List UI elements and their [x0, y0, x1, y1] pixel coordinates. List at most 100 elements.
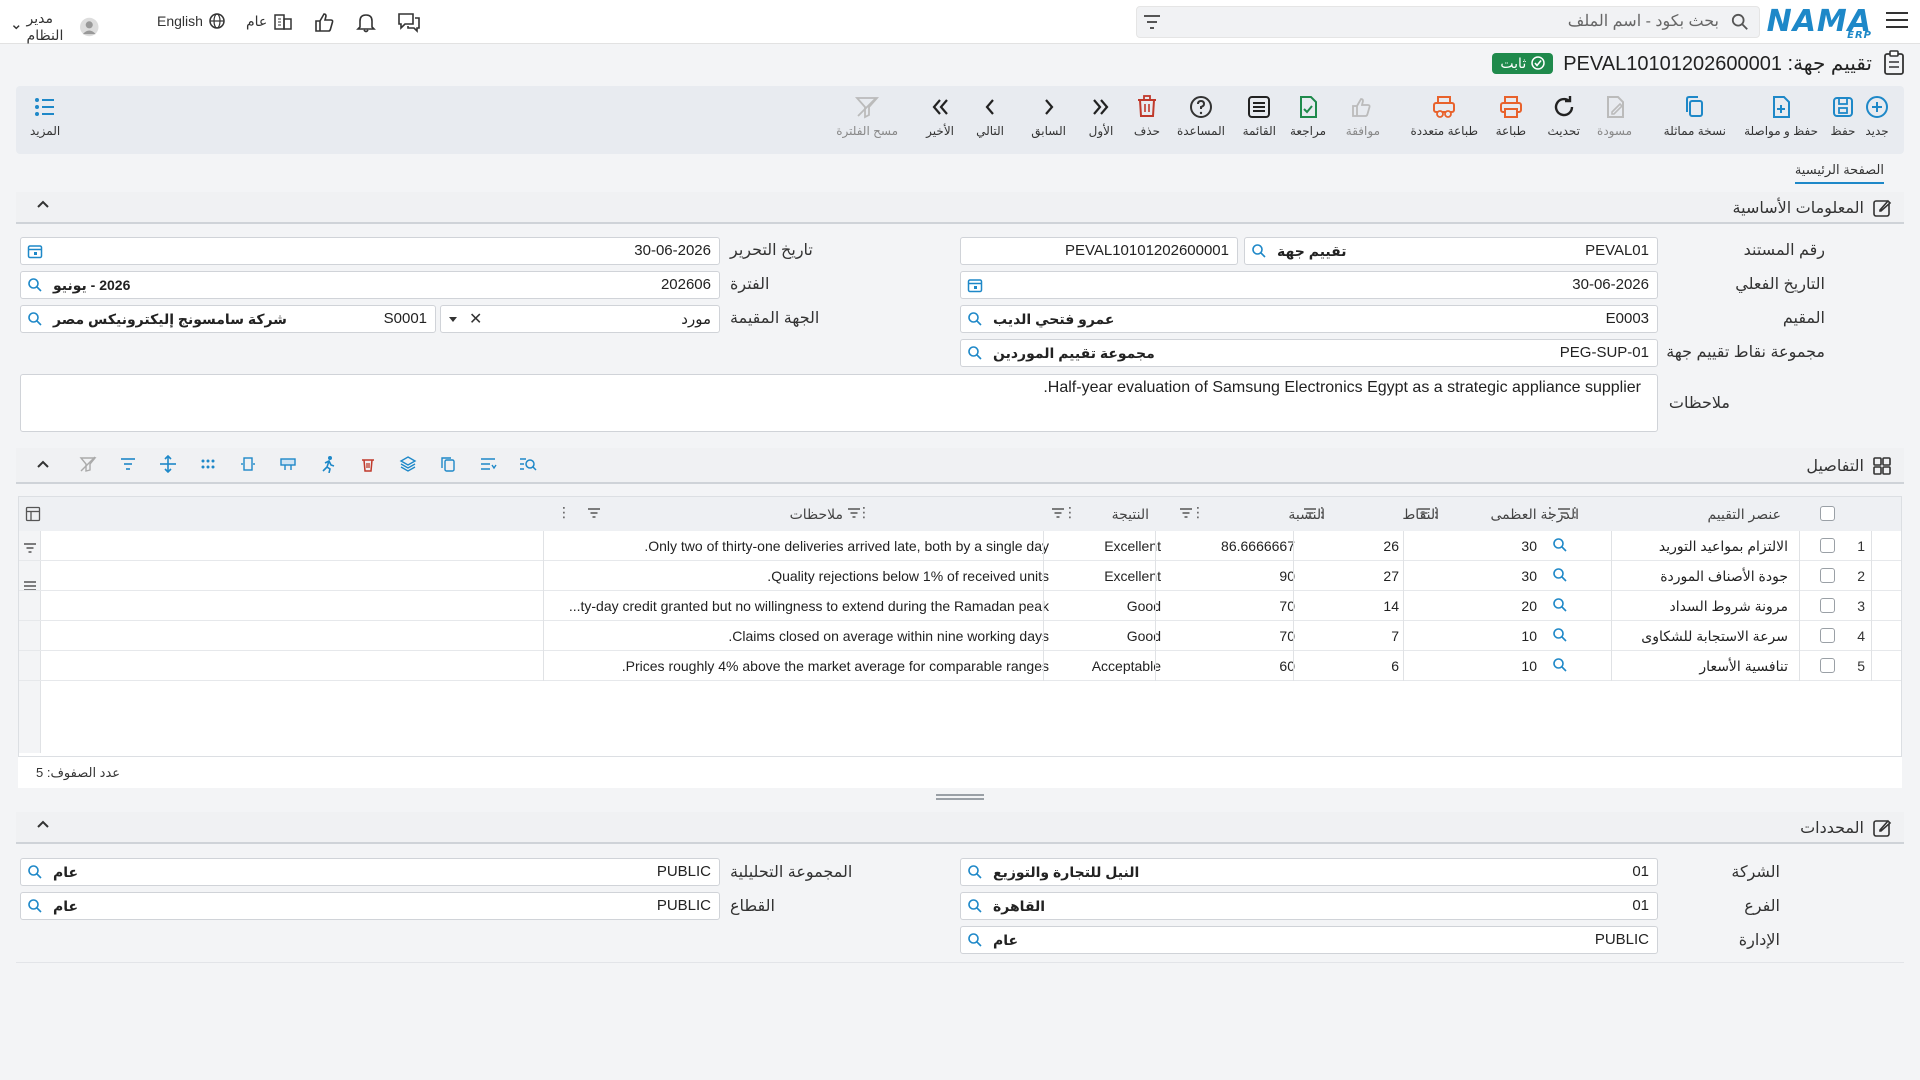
approve-button[interactable]: موافقة	[1346, 94, 1380, 138]
resize-handle[interactable]	[936, 794, 984, 800]
cell-points[interactable]: 6	[1391, 658, 1399, 674]
table-row[interactable]: 3 مرونة شروط السداد 20 14 70 Good ...ty-…	[19, 591, 1901, 621]
row-checkbox[interactable]	[1820, 568, 1835, 583]
multi-print-button[interactable]: طباعة متعددة	[1410, 94, 1478, 138]
search-input[interactable]	[1201, 11, 1721, 33]
clear-filter-button[interactable]: مسح الفلترة	[836, 94, 898, 138]
cell-points[interactable]: 26	[1383, 538, 1399, 554]
section-dimensions[interactable]: المحددات	[16, 812, 1904, 844]
scope-switch[interactable]: عام	[246, 12, 293, 30]
lookup-icon[interactable]	[1552, 567, 1568, 587]
filter-icon[interactable]	[1142, 12, 1162, 36]
column-menu-icon[interactable]: ⋮	[1543, 504, 1557, 521]
sort-lines-icon[interactable]	[474, 451, 502, 477]
previous-button[interactable]: السابق	[1031, 94, 1066, 138]
cell-result[interactable]: Acceptable	[1092, 658, 1161, 674]
period-field[interactable]: 202606 2026 - يونيو	[20, 271, 720, 299]
clear-icon[interactable]: ✕	[469, 309, 482, 329]
cell-notes[interactable]: Prices roughly 4% above the market avera…	[622, 658, 1049, 674]
global-search[interactable]	[1136, 6, 1760, 38]
filter-off-icon[interactable]	[74, 451, 102, 477]
cell-points[interactable]: 27	[1383, 568, 1399, 584]
refresh-button[interactable]: تحديث	[1547, 94, 1580, 138]
move-icon[interactable]	[154, 451, 182, 477]
analytic-group-field[interactable]: PUBLIC عام	[20, 858, 720, 886]
filter-icon[interactable]	[847, 506, 861, 524]
table-row[interactable]: 5 تنافسية الأسعار 10 6 60 Acceptable Pri…	[19, 651, 1901, 681]
search-list-icon[interactable]	[514, 451, 542, 477]
cell-item[interactable]: مرونة شروط السداد	[1670, 598, 1788, 615]
filter-icon[interactable]	[1557, 506, 1571, 524]
more-button[interactable]: المزيد	[30, 94, 60, 138]
list-button[interactable]: القائمة	[1243, 94, 1276, 138]
calendar-icon[interactable]	[27, 243, 43, 263]
evaluator-field[interactable]: E0003 عمرو فتحي الديب	[960, 305, 1658, 333]
lookup-icon[interactable]	[27, 277, 43, 297]
next-button[interactable]: التالي	[976, 94, 1004, 138]
cell-max[interactable]: 30	[1521, 538, 1537, 554]
lookup-icon[interactable]	[1251, 243, 1267, 263]
lookup-icon[interactable]	[967, 932, 983, 952]
save-continue-button[interactable]: حفظ و مواصلة	[1744, 94, 1818, 138]
lookup-icon[interactable]	[1552, 657, 1568, 677]
cell-item[interactable]: تنافسية الأسعار	[1699, 658, 1788, 675]
doc-no-code-field[interactable]: PEVAL01 تقييم جهة	[1244, 237, 1658, 265]
user-menu[interactable]: مدير النظام	[12, 10, 99, 44]
cell-max[interactable]: 10	[1521, 628, 1537, 644]
notes-textarea[interactable]: Half-year evaluation of Samsung Electron…	[20, 374, 1658, 432]
first-button[interactable]: الأول	[1088, 94, 1114, 138]
cell-notes[interactable]: Only two of thirty-one deliveries arrive…	[644, 538, 1049, 554]
fit-columns-icon[interactable]	[234, 451, 262, 477]
filter-icon[interactable]	[1303, 506, 1317, 524]
bell-icon[interactable]	[355, 11, 377, 37]
thumbs-up-icon[interactable]	[313, 11, 335, 37]
lookup-icon[interactable]	[27, 864, 43, 884]
delete-button[interactable]: حذف	[1134, 94, 1160, 138]
filter-icon[interactable]	[114, 451, 142, 477]
lookup-icon[interactable]	[1552, 537, 1568, 557]
cell-max[interactable]: 10	[1521, 658, 1537, 674]
lookup-icon[interactable]	[967, 311, 983, 331]
cell-result[interactable]: Excellent	[1104, 568, 1161, 584]
cell-ratio[interactable]: 86.6666667	[1221, 538, 1295, 554]
search-icon[interactable]	[1731, 13, 1749, 35]
lookup-icon[interactable]	[1552, 627, 1568, 647]
company-field[interactable]: 01 النيل للتجارة والتوزيع	[960, 858, 1658, 886]
save-button[interactable]: حفظ	[1830, 94, 1856, 138]
evaluated-type-select[interactable]: مورد ✕	[440, 305, 720, 333]
filter-icon[interactable]	[1051, 506, 1065, 524]
points-group-field[interactable]: PEG-SUP-01 مجموعة تقييم الموردين	[960, 339, 1658, 367]
column-menu-icon[interactable]: ⋮	[1191, 504, 1205, 521]
sector-field[interactable]: PUBLIC عام	[20, 892, 720, 920]
chat-icon[interactable]	[397, 11, 421, 37]
last-button[interactable]: الأخير	[926, 94, 954, 138]
branch-field[interactable]: 01 القاهرة	[960, 892, 1658, 920]
row-checkbox[interactable]	[1820, 658, 1835, 673]
lookup-icon[interactable]	[27, 898, 43, 918]
app-logo[interactable]: NAMA ERP	[1767, 4, 1872, 41]
section-basic-info[interactable]: المعلومات الأساسية	[16, 192, 1904, 224]
cell-result[interactable]: Excellent	[1104, 538, 1161, 554]
row-checkbox[interactable]	[1820, 538, 1835, 553]
cell-notes[interactable]: ...ty-day credit granted but no willingn…	[569, 598, 1049, 614]
cell-notes[interactable]: Claims closed on average within nine wor…	[728, 628, 1049, 644]
copy-button[interactable]: نسخة مماثلة	[1664, 94, 1726, 138]
table-row[interactable]: 2 جودة الأصناف الموردة 30 27 90 Excellen…	[19, 561, 1901, 591]
trash-icon[interactable]	[354, 451, 382, 477]
lookup-icon[interactable]	[967, 345, 983, 365]
row-checkbox[interactable]	[1820, 598, 1835, 613]
cell-max[interactable]: 20	[1521, 598, 1537, 614]
column-menu-icon[interactable]: ⋮	[1315, 504, 1329, 521]
column-menu-icon[interactable]: ⋮	[1063, 504, 1077, 521]
review-button[interactable]: مراجعة	[1290, 94, 1326, 138]
col-header-result[interactable]: النتيجة	[1112, 506, 1149, 523]
table-insert-icon[interactable]	[274, 451, 302, 477]
department-field[interactable]: PUBLIC عام	[960, 926, 1658, 954]
cell-item[interactable]: سرعة الاستجابة للشكاوى	[1641, 628, 1788, 645]
col-header-notes[interactable]: ملاحظات	[790, 506, 843, 523]
table-row[interactable]: 1 الالتزام بمواعيد التوريد 30 26 86.6666…	[19, 531, 1901, 561]
lookup-icon[interactable]	[27, 311, 43, 331]
column-menu-icon[interactable]: ⋮	[557, 504, 571, 521]
help-button[interactable]: المساعدة	[1177, 94, 1225, 138]
actual-date-field[interactable]: 30-06-2026	[960, 271, 1658, 299]
